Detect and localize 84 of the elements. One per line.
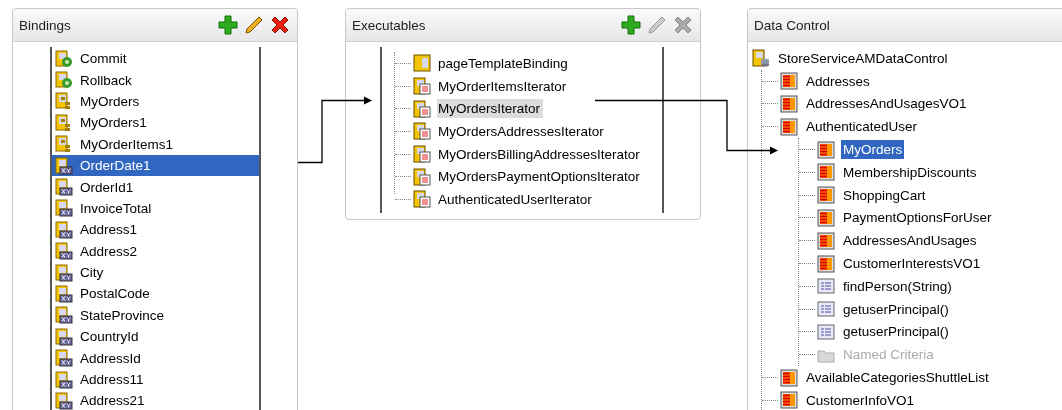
table-icon <box>780 391 798 410</box>
binding-item[interactable]: Rollback <box>52 69 259 91</box>
add-button[interactable] <box>620 14 642 36</box>
table-icon <box>780 72 798 91</box>
executable-item[interactable]: pageTemplateBinding <box>437 53 571 73</box>
xy-document-icon <box>55 306 73 325</box>
tree-document-icon <box>55 135 73 154</box>
gear-document-icon <box>55 71 73 90</box>
table-icon <box>817 231 835 250</box>
executable-item[interactable]: MyOrdersBillingAddressesIterator <box>437 144 643 164</box>
table-icon <box>817 163 835 182</box>
binding-item[interactable]: Address2 <box>52 240 259 262</box>
panel-title: Bindings <box>19 17 71 33</box>
binding-item[interactable]: AddressId <box>52 347 259 369</box>
list-document-icon <box>413 167 431 186</box>
binding-item[interactable]: StateProvince <box>52 304 259 327</box>
tree-node[interactable]: ShoppingCart <box>841 185 928 205</box>
executable-item[interactable]: AuthenticatedUserIterator <box>437 189 595 209</box>
tree-node[interactable]: Addresses <box>804 71 872 91</box>
tree-node[interactable]: getuserPrincipal() <box>841 299 951 319</box>
xy-document-icon <box>55 156 73 175</box>
binding-item[interactable]: OrderDate1 <box>52 154 259 177</box>
binding-item[interactable]: InvoiceTotal <box>52 197 259 220</box>
method-icon <box>817 300 835 319</box>
binding-item[interactable]: Address1 <box>52 219 259 241</box>
xy-document-icon <box>55 263 73 282</box>
xy-document-icon <box>55 199 73 218</box>
tree-node[interactable]: AddressesAndUsagesVO1 <box>804 94 969 114</box>
tree-document-icon <box>55 113 73 132</box>
tree-node[interactable]: findPerson(String) <box>841 276 954 296</box>
panel-title: Data Control <box>754 17 830 33</box>
tree-node[interactable]: AddressesAndUsages <box>841 231 979 251</box>
database-document-icon <box>752 49 770 68</box>
add-button[interactable] <box>217 14 239 36</box>
table-icon <box>817 254 835 273</box>
method-icon <box>817 277 835 296</box>
binding-item[interactable]: MyOrders1 <box>52 112 259 134</box>
binding-item[interactable]: PostalCode <box>52 283 259 305</box>
tree-node[interactable]: AvailableCategoriesShuttleList <box>804 368 991 388</box>
xy-document-icon <box>55 285 73 303</box>
edit-button[interactable] <box>243 14 265 36</box>
list-document-icon <box>413 190 431 209</box>
table-icon <box>780 368 798 387</box>
tree-node[interactable]: AuthenticatedUser <box>804 117 920 137</box>
executable-item[interactable]: MyOrdersIterator <box>437 99 544 119</box>
binding-item[interactable]: City <box>52 261 259 284</box>
delete-button[interactable] <box>269 14 291 36</box>
tree-node[interactable]: getuserPrincipal() <box>841 322 951 342</box>
panel-title: Executables <box>352 17 426 33</box>
executable-item[interactable]: MyOrderItemsIterator <box>437 76 570 96</box>
xy-document-icon <box>55 220 73 239</box>
table-icon <box>817 208 835 227</box>
executable-item[interactable]: MyOrdersAddressesIterator <box>437 121 607 141</box>
list-document-icon <box>413 77 431 96</box>
xy-document-icon <box>55 349 73 368</box>
xy-document-icon <box>55 370 73 389</box>
xy-document-icon <box>55 242 73 261</box>
xy-document-icon <box>55 327 73 346</box>
table-icon <box>780 117 798 136</box>
tree-document-icon <box>55 92 73 111</box>
binding-item[interactable]: MyOrders <box>52 90 259 113</box>
tree-node[interactable]: MyOrders <box>841 140 905 160</box>
gear-document-icon <box>55 49 73 68</box>
table-icon <box>817 186 835 205</box>
table-icon <box>780 95 798 113</box>
page-icon <box>413 54 431 73</box>
binding-item[interactable]: CountryId <box>52 326 259 348</box>
tree-node[interactable]: PaymentOptionsForUser <box>841 208 994 228</box>
tree-node[interactable]: MembershipDiscounts <box>841 162 979 182</box>
binding-item[interactable]: Address11 <box>52 368 259 391</box>
binding-item[interactable]: MyOrderItems1 <box>52 133 259 155</box>
xy-document-icon <box>55 178 73 197</box>
executable-item[interactable]: MyOrdersPaymentOptionsIterator <box>437 167 643 187</box>
method-icon <box>817 322 835 341</box>
list-document-icon <box>413 122 431 141</box>
list-document-icon <box>413 145 431 164</box>
tree-node[interactable]: CustomerInterestsVO1 <box>841 254 983 274</box>
tree-node[interactable]: CustomerInfoVO1 <box>804 390 917 410</box>
binding-item[interactable]: OrderId1 <box>52 176 259 198</box>
binding-item[interactable]: Commit <box>52 48 259 70</box>
tree-node[interactable]: StoreServiceAMDataControl <box>776 48 950 68</box>
binding-item[interactable]: Address21 <box>52 390 259 410</box>
list-document-icon <box>413 99 431 118</box>
table-icon <box>817 140 835 159</box>
